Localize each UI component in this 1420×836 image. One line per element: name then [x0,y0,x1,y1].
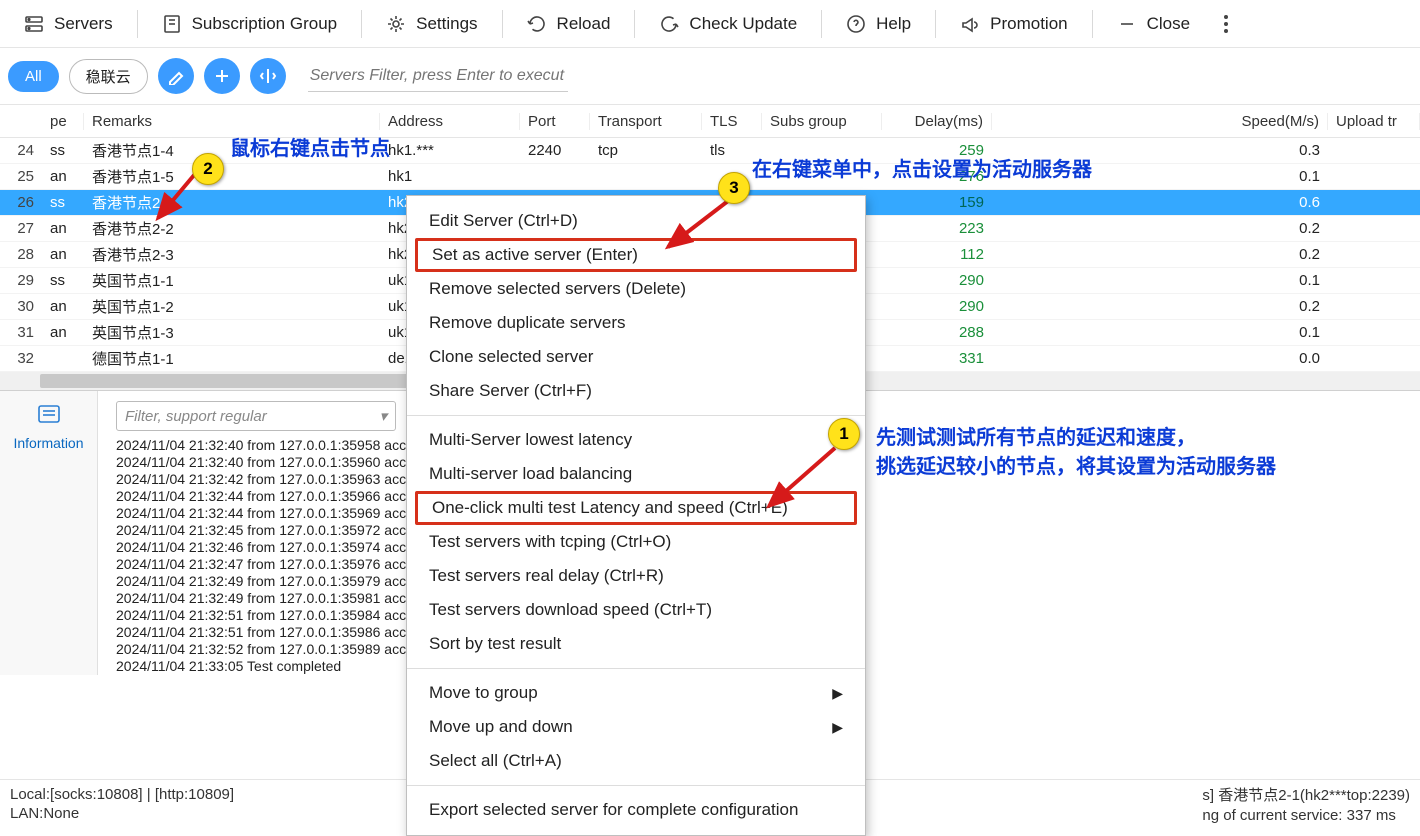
ctx-clone[interactable]: Clone selected server [407,340,865,374]
minus-icon [1117,14,1137,34]
promotion-label: Promotion [990,14,1067,34]
server-row[interactable]: 25an香港节点1-5hk12760.1 [0,164,1420,190]
ctx-load-balancing[interactable]: Multi-server load balancing [407,457,865,491]
close-label: Close [1147,14,1190,34]
ctx-move-group[interactable]: Move to group▶ [407,676,865,710]
ctx-sort[interactable]: Sort by test result [407,627,865,661]
sub-toolbar: All 稳联云 [0,48,1420,104]
ctx-share[interactable]: Share Server (Ctrl+F) [407,374,865,408]
status-right-1: s] 香港节点2-1(hk2***top:2239) [1202,784,1410,805]
promotion-icon [960,14,980,34]
more-menu[interactable] [1210,5,1242,43]
status-local: Local:[socks:10808] | [http:10809] [10,786,234,803]
add-button[interactable] [204,58,240,94]
split-icon [259,67,277,85]
check-update-menu[interactable]: Check Update [641,8,815,40]
ctx-tcping[interactable]: Test servers with tcping (Ctrl+O) [407,525,865,559]
filter-all-pill[interactable]: All [8,61,59,92]
close-menu[interactable]: Close [1099,8,1208,40]
information-tab-label: Information [13,435,83,451]
col-transport[interactable]: Transport [590,113,702,130]
servers-menu[interactable]: Servers [6,8,131,40]
grid-header: pe Remarks Address Port Transport TLS Su… [0,104,1420,138]
servers-label: Servers [54,14,113,34]
col-type[interactable]: pe [42,113,84,130]
subscription-icon [162,14,182,34]
ctx-remove-dup[interactable]: Remove duplicate servers [407,306,865,340]
ctx-export[interactable]: Export selected server for complete conf… [407,793,865,827]
ctx-set-active[interactable]: Set as active server (Enter) [415,238,857,272]
servers-icon [24,14,44,34]
status-lan: LAN:None [10,805,234,822]
col-tls[interactable]: TLS [702,113,762,130]
ctx-edit[interactable]: Edit Server (Ctrl+D) [407,204,865,238]
settings-menu[interactable]: Settings [368,8,495,40]
ctx-multi-test[interactable]: One-click multi test Latency and speed (… [415,491,857,525]
chevron-right-icon: ▶ [832,685,843,702]
update-icon [659,14,679,34]
ctx-move-updown[interactable]: Move up and down▶ [407,710,865,744]
ctx-lowest-latency[interactable]: Multi-Server lowest latency [407,423,865,457]
check-update-label: Check Update [689,14,797,34]
information-tab[interactable]: Information [0,391,98,675]
col-port[interactable]: Port [520,113,590,130]
help-icon [846,14,866,34]
filter-group-pill[interactable]: 稳联云 [69,59,148,94]
chevron-right-icon: ▶ [832,719,843,736]
plus-icon [213,67,231,85]
col-speed[interactable]: Speed(M/s) [992,113,1328,130]
edit-button[interactable] [158,58,194,94]
col-remarks[interactable]: Remarks [84,113,380,130]
promotion-menu[interactable]: Promotion [942,8,1085,40]
main-toolbar: Servers Subscription Group Settings Relo… [0,0,1420,48]
col-delay[interactable]: Delay(ms) [882,113,992,130]
ctx-real-delay[interactable]: Test servers real delay (Ctrl+R) [407,559,865,593]
reload-menu[interactable]: Reload [509,8,629,40]
gear-icon [386,14,406,34]
col-subs[interactable]: Subs group [762,113,882,130]
help-menu[interactable]: Help [828,8,929,40]
reload-icon [527,14,547,34]
log-filter-combo[interactable]: Filter, support regular ▾ [116,401,396,431]
col-upload[interactable]: Upload tr [1328,113,1420,130]
col-address[interactable]: Address [380,113,520,130]
pencil-icon [167,67,185,85]
info-icon [35,401,63,429]
ctx-dl-speed[interactable]: Test servers download speed (Ctrl+T) [407,593,865,627]
subscription-label: Subscription Group [192,14,338,34]
reload-label: Reload [557,14,611,34]
help-label: Help [876,14,911,34]
context-menu: Edit Server (Ctrl+D) Set as active serve… [406,195,866,836]
server-filter-box[interactable] [308,61,568,92]
split-button[interactable] [250,58,286,94]
subscription-menu[interactable]: Subscription Group [144,8,356,40]
ctx-select-all[interactable]: Select all (Ctrl+A) [407,744,865,778]
settings-label: Settings [416,14,477,34]
chevron-down-icon: ▾ [379,407,387,425]
server-row[interactable]: 24ss香港节点1-4hk1.***2240tcptls2590.3 [0,138,1420,164]
log-filter-placeholder: Filter, support regular [125,408,267,425]
server-filter-input[interactable] [308,61,568,92]
ctx-remove-selected[interactable]: Remove selected servers (Delete) [407,272,865,306]
status-right-2: ng of current service: 337 ms [1202,807,1395,824]
